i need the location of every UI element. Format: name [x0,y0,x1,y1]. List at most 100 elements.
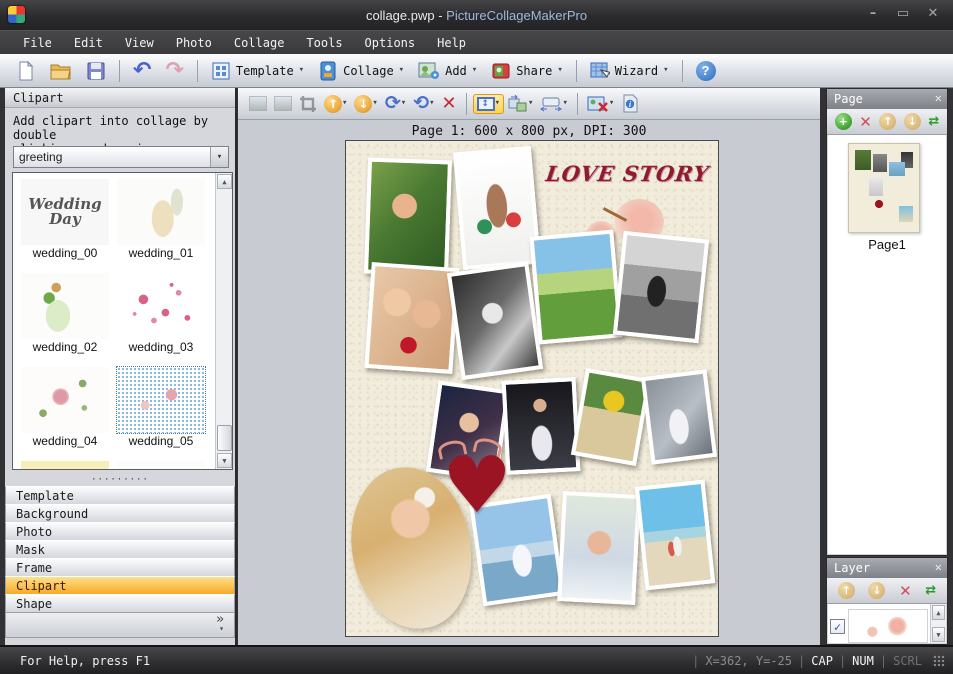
align-caret[interactable]: ▾ [495,99,500,108]
menu-view[interactable]: View [114,33,165,53]
rotate-ccw-caret[interactable]: ▾ [429,99,434,108]
collage-button[interactable]: Collage ▾ [312,58,410,84]
photo-bw-bride-laughing[interactable] [447,262,543,380]
scrollbar-thumb[interactable] [217,425,232,451]
scroll-up-icon[interactable]: ▲ [217,174,232,189]
tab-shape[interactable]: Shape [5,594,235,613]
template-button[interactable]: Template ▾ [205,58,310,84]
photo-shopping-couple[interactable] [453,146,541,270]
help-button[interactable]: ? [690,58,722,84]
bring-forward-button[interactable]: ↑▾ [321,93,350,115]
collage-dropdown-caret[interactable]: ▾ [399,66,404,75]
add-button[interactable]: Add ▾ [412,58,483,84]
layer-visibility-checkbox[interactable]: ✓ [830,619,845,634]
menu-collage[interactable]: Collage [223,33,296,53]
layer-scrollbar[interactable]: ▲ ▼ [930,604,946,643]
clipart-item-wedding-04[interactable]: wedding_04 [19,367,111,448]
tab-template[interactable]: Template [5,486,235,505]
clipart-item-wedding-01[interactable]: wedding_01 [115,179,207,260]
align-button-active[interactable]: ▾ [473,94,504,114]
add-photo-button[interactable] [271,94,295,113]
tab-mask[interactable]: Mask [5,540,235,559]
move-page-up-button[interactable]: ↑ [879,113,896,130]
photo-yellow-umbrella-beach[interactable] [571,368,651,466]
move-layer-up-button[interactable]: ↑ [838,582,855,599]
send-backward-button[interactable]: ↓▾ [351,93,380,115]
clipart-item-wedding-02[interactable]: wedding_02 [19,273,111,354]
clipart-item-wedding-00[interactable]: Wedding Day wedding_00 [19,179,111,260]
photo-couple-greenery[interactable] [529,230,622,345]
page1-thumbnail[interactable] [848,143,920,233]
delete-page-button[interactable]: ✕ [859,113,872,131]
menu-edit[interactable]: Edit [63,33,114,53]
move-layer-down-button[interactable]: ↓ [868,582,885,599]
move-page-down-button[interactable]: ↓ [904,113,921,130]
resize-grip[interactable] [932,654,945,667]
undo-button[interactable]: ↶ [127,57,157,85]
photo-bride-white-dress[interactable] [641,369,717,464]
remove-photo-button[interactable]: ▾ [584,93,617,115]
delete-object-button[interactable]: ✕ [439,93,460,115]
menu-file[interactable]: File [12,33,63,53]
spacing-button[interactable]: ▾ [537,94,570,114]
photo-kissing-couple[interactable] [364,158,452,277]
tab-background[interactable]: Background [5,504,235,523]
delete-layer-button[interactable]: ✕ [899,582,912,600]
dropdown-arrow-icon[interactable]: ▾ [210,147,228,167]
page-panel-close-icon[interactable]: ✕ [935,91,942,105]
clipart-item-partial[interactable] [19,461,111,470]
tab-frame[interactable]: Frame [5,558,235,577]
crop-button[interactable] [296,93,320,115]
menu-tools[interactable]: Tools [295,33,353,53]
scroll-down-icon[interactable]: ▼ [932,627,945,642]
wizard-dropdown-caret[interactable]: ▾ [663,66,668,75]
wizard-button[interactable]: Wizard ▾ [584,58,675,84]
resize-caret[interactable]: ▾ [528,99,533,108]
resize-photos-button[interactable]: ▾ [505,93,536,114]
rotate-ccw-button[interactable]: ⟲▾ [410,92,437,115]
rotate-cw-caret[interactable]: ▾ [401,99,406,108]
tab-photo[interactable]: Photo [5,522,235,541]
chevron-icon[interactable]: » [16,614,224,626]
clipart-category-dropdown[interactable]: greeting ▾ [13,146,229,168]
rotate-cw-button[interactable]: ⟳▾ [382,92,409,115]
add-page-button[interactable]: + [835,113,852,130]
clipart-item-partial[interactable] [115,461,207,470]
remove-photo-caret[interactable]: ▾ [609,99,614,108]
clipart-item-wedding-03[interactable]: wedding_03 [115,273,207,354]
clipart-scrollbar[interactable]: ▲ ▼ [215,173,232,469]
refresh-layers-icon[interactable]: ⇄ [925,583,936,598]
chevron-down-icon[interactable]: ▾ [16,626,224,632]
menu-options[interactable]: Options [354,33,427,53]
layer-item-rose[interactable]: ✓ [830,608,928,643]
redo-button[interactable]: ↷ [159,57,189,85]
photo-beach-couple-walking[interactable] [635,480,715,591]
new-button[interactable] [10,58,42,84]
refresh-pages-icon[interactable]: ⇄ [928,114,939,129]
swap-photo-button[interactable] [246,94,270,113]
open-button[interactable] [44,58,78,84]
photo-bride-bouquet-dark[interactable] [502,377,581,475]
spacing-caret[interactable]: ▾ [562,99,567,108]
photo-bride-smiling[interactable] [557,491,641,605]
send-backward-caret[interactable]: ▾ [372,99,377,108]
layer-panel-close-icon[interactable]: ✕ [935,560,942,574]
tab-overflow-bar[interactable]: » ▾ [5,612,235,638]
share-dropdown-caret[interactable]: ▾ [557,66,562,75]
photo-bw-beach-kneeling[interactable] [613,231,709,343]
share-button[interactable]: Share ▾ [485,58,569,84]
add-dropdown-caret[interactable]: ▾ [472,66,477,75]
save-button[interactable] [80,58,112,84]
bring-forward-caret[interactable]: ▾ [342,99,347,108]
tab-clipart-active[interactable]: Clipart [5,576,235,595]
love-story-text[interactable]: LOVE STORY [544,161,718,186]
close-button[interactable]: ✕ [923,5,943,23]
properties-button[interactable]: i [618,92,642,115]
template-dropdown-caret[interactable]: ▾ [299,66,304,75]
menu-photo[interactable]: Photo [165,33,223,53]
scroll-up-icon[interactable]: ▲ [932,605,945,620]
minimize-button[interactable]: – [863,5,883,23]
menu-help[interactable]: Help [426,33,477,53]
maximize-button[interactable]: ▭ [893,5,913,23]
photo-couple-closeup-rose[interactable] [364,262,459,374]
